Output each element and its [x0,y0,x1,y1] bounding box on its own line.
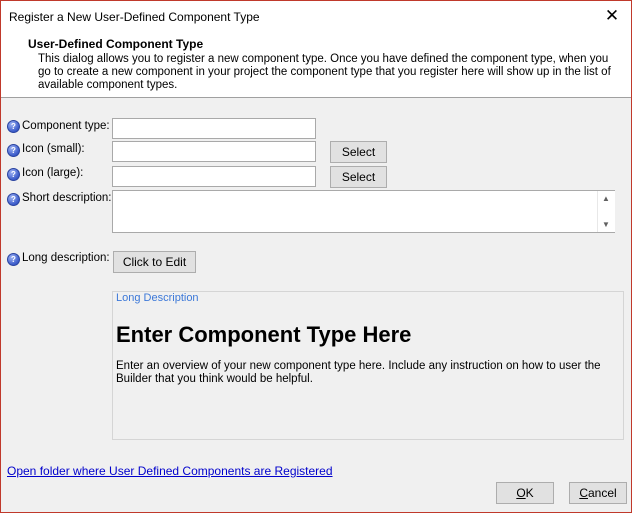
help-icon[interactable]: ? [7,253,20,266]
dialog-header: User-Defined Component Type This dialog … [1,32,631,98]
ok-button[interactable]: OK [496,482,554,504]
cancel-button[interactable]: Cancel [569,482,627,504]
icon-large-input[interactable] [112,166,316,187]
icon-small-label: Icon (small): [22,143,85,155]
short-description-label: Short description: [22,192,112,204]
header-description: This dialog allows you to register a new… [38,53,611,91]
ok-accelerator: O [516,486,526,500]
help-icon[interactable]: ? [7,193,20,206]
short-description-scrollbar[interactable]: ▲ ▼ [597,191,615,232]
icon-small-input[interactable] [112,141,316,162]
close-icon[interactable]: ✕ [601,5,623,27]
component-type-label: Component type: [22,120,110,132]
long-description-label: Long description: [22,252,110,264]
component-type-input[interactable] [112,118,316,139]
register-component-type-dialog: Register a New User-Defined Component Ty… [0,0,632,513]
cancel-accelerator: C [579,486,588,500]
icon-large-label: Icon (large): [22,167,84,179]
preview-body: Enter an overview of your new component … [116,360,601,385]
short-description-textarea[interactable] [112,190,615,233]
cancel-label-rest: ancel [587,486,617,500]
scroll-down-icon[interactable]: ▼ [602,220,610,229]
long-description-legend: Long Description [115,292,200,304]
header-title: User-Defined Component Type [28,37,204,51]
select-icon-large-button[interactable]: Select [330,166,387,188]
window-title: Register a New User-Defined Component Ty… [9,10,260,24]
scroll-up-icon[interactable]: ▲ [602,194,610,203]
open-folder-link[interactable]: Open folder where User Defined Component… [7,464,333,478]
help-icon[interactable]: ? [7,120,20,133]
ok-label-rest: K [525,486,534,500]
preview-heading: Enter Component Type Here [116,322,412,347]
click-to-edit-button[interactable]: Click to Edit [113,251,196,273]
help-icon[interactable]: ? [7,144,20,157]
select-icon-small-button[interactable]: Select [330,141,387,163]
long-description-preview: Long Description Enter Component Type He… [112,291,624,440]
help-icon[interactable]: ? [7,168,20,181]
title-bar: Register a New User-Defined Component Ty… [1,1,631,32]
